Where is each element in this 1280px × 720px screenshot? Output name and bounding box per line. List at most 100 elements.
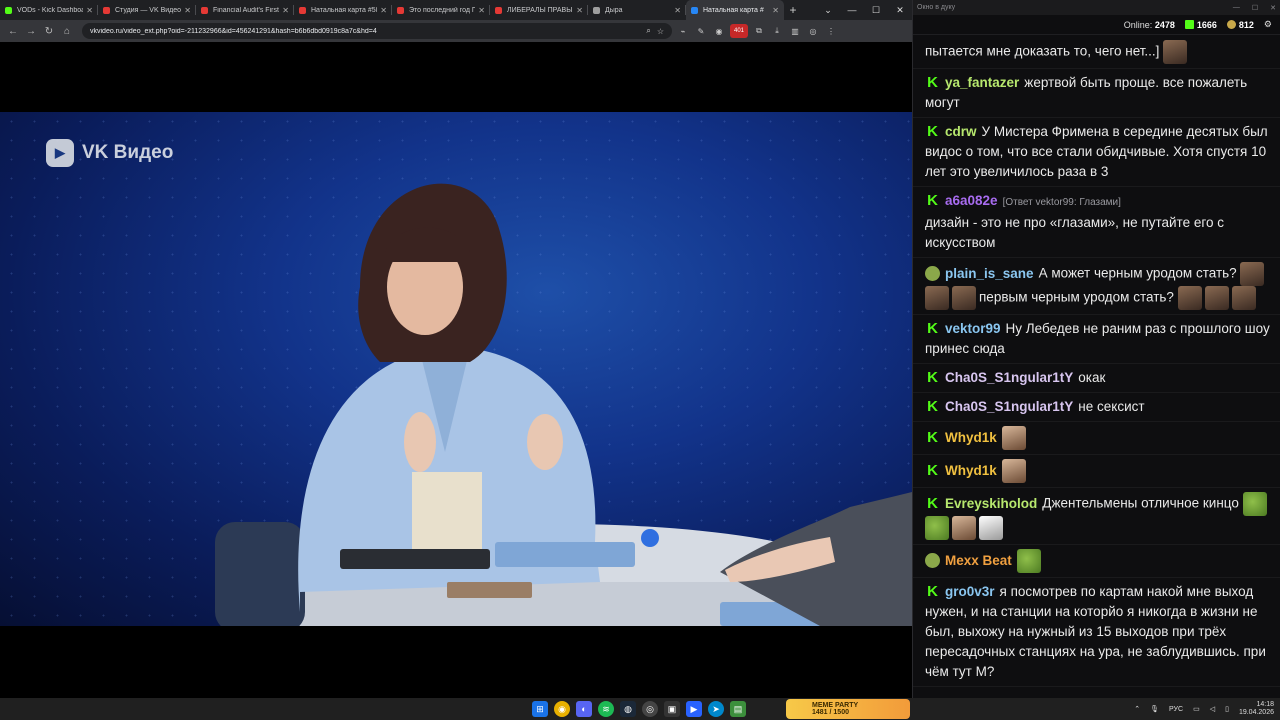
- tab-7[interactable]: Дыра ✕: [588, 0, 686, 20]
- face-emote-icon[interactable]: [1231, 286, 1256, 310]
- profile-icon[interactable]: ◎: [806, 24, 820, 38]
- app-icon[interactable]: ▤: [730, 701, 746, 717]
- discord-icon[interactable]: ◐: [576, 701, 592, 717]
- frog-emote-icon[interactable]: [1242, 492, 1267, 516]
- network-icon[interactable]: ▭: [1193, 705, 1200, 713]
- chat-username[interactable]: Whyd1k: [945, 430, 997, 445]
- reload-icon[interactable]: ↻: [40, 26, 58, 37]
- obs-icon[interactable]: ◎: [642, 701, 658, 717]
- tab-close-icon[interactable]: ✕: [576, 6, 583, 15]
- spotify-icon[interactable]: ≋: [598, 701, 614, 717]
- bookmark-star-icon[interactable]: ☆: [657, 27, 664, 36]
- tab-close-icon[interactable]: ✕: [674, 6, 681, 15]
- start-icon[interactable]: ⊞: [532, 701, 548, 717]
- url-text[interactable]: vkvideo.ru/video_ext.php?oid=-211232966&…: [90, 28, 640, 35]
- chat-message: Cha0S_S1ngular1tY окак: [913, 364, 1280, 393]
- menu-icon[interactable]: ⋮: [824, 24, 838, 38]
- kick-badge-icon: [925, 399, 940, 414]
- popup-minimize-button[interactable]: —: [1233, 4, 1240, 11]
- app-icon[interactable]: ▣: [664, 701, 680, 717]
- face-emote-icon[interactable]: [1163, 40, 1188, 64]
- chat-username[interactable]: gro0v3r: [945, 584, 995, 599]
- kick-badge-icon: [925, 429, 940, 445]
- frog-emote-icon[interactable]: [925, 516, 949, 540]
- downloads-icon[interactable]: ⤓: [770, 24, 784, 38]
- chat-username[interactable]: cdrw: [945, 124, 977, 139]
- settings-gear-icon[interactable]: ⚙: [1264, 19, 1272, 30]
- tab-8[interactable]: Натальная карта # ✕: [686, 0, 784, 20]
- back-icon[interactable]: ←: [4, 26, 22, 37]
- tab-4[interactable]: Натальная карта #58 №✕: [294, 0, 392, 20]
- face-emote-icon[interactable]: [925, 286, 949, 310]
- frog-emote-icon[interactable]: [1016, 549, 1041, 573]
- popup-close-button[interactable]: ✕: [1270, 4, 1276, 12]
- chat-username[interactable]: Cha0S_S1ngular1tY: [945, 399, 1073, 414]
- telegram-icon[interactable]: ➤: [708, 701, 724, 717]
- language-indicator[interactable]: РУС: [1169, 706, 1183, 713]
- face2-emote-icon[interactable]: [1001, 459, 1026, 483]
- forward-icon[interactable]: →: [22, 26, 40, 37]
- extension-badge-icon[interactable]: 401: [730, 24, 748, 38]
- chat-message: Whyd1k: [913, 455, 1280, 488]
- close-window-button[interactable]: ✕: [888, 0, 912, 20]
- face-emote-icon[interactable]: [1204, 286, 1229, 310]
- chat-username[interactable]: plain_is_sane: [945, 266, 1034, 281]
- chat-username[interactable]: Whyd1k: [945, 463, 997, 478]
- new-tab-button[interactable]: +: [784, 0, 802, 20]
- extension-icon[interactable]: ✎: [694, 24, 708, 38]
- tab-2[interactable]: Студия — VK Видео Li ✕: [98, 0, 196, 20]
- chat-username[interactable]: Cha0S_S1ngular1tY: [945, 370, 1073, 385]
- tab-close-icon[interactable]: ✕: [772, 6, 779, 15]
- tab-favicon-icon: [691, 6, 698, 14]
- chat-username[interactable]: vektor99: [945, 321, 1001, 336]
- popup-maximize-button[interactable]: ☐: [1252, 4, 1258, 12]
- hand-emote-icon[interactable]: [979, 516, 1003, 540]
- tab-close-icon[interactable]: ✕: [380, 6, 387, 15]
- extension-icon[interactable]: ⌁: [676, 24, 690, 38]
- puzzle-icon[interactable]: ⧉: [752, 24, 766, 38]
- address-bar[interactable]: vkvideo.ru/video_ext.php?oid=-211232966&…: [82, 23, 672, 39]
- tab-6[interactable]: ЛИБЕРАЛЫ ПРАВЫ В ✕: [490, 0, 588, 20]
- chat-username[interactable]: Mexx Beat: [945, 553, 1012, 568]
- tab-3[interactable]: Financial Audit's First I ✕: [196, 0, 294, 20]
- app-icon[interactable]: ▶: [686, 701, 702, 717]
- chat-message: Whyd1k: [913, 422, 1280, 455]
- face-emote-icon[interactable]: [1240, 262, 1265, 286]
- chat-username[interactable]: Evreyskiholod: [945, 496, 1037, 511]
- tab-search-icon[interactable]: ⌄: [816, 0, 840, 20]
- face2-emote-icon[interactable]: [952, 516, 976, 540]
- popup-title: Окно в дуку: [917, 4, 956, 11]
- home-icon[interactable]: ⌂: [58, 26, 76, 37]
- video-player[interactable]: ▶ VK Видео: [0, 112, 912, 626]
- tab-close-icon[interactable]: ✕: [86, 6, 93, 15]
- browser-window: VODs - Kick Dashboard✕Студия — VK Видео …: [0, 0, 912, 698]
- face-emote-icon[interactable]: [1177, 286, 1202, 310]
- tab-1[interactable]: VODs - Kick Dashboard✕: [0, 0, 98, 20]
- steam-icon[interactable]: ◍: [620, 701, 636, 717]
- chat-username[interactable]: ya_fantazer: [945, 75, 1019, 90]
- tab-favicon-icon: [299, 6, 306, 14]
- online-count: 2478: [1154, 19, 1175, 30]
- battery-icon[interactable]: ▯: [1225, 705, 1229, 713]
- meme-party-widget[interactable]: MEME PARTY 1481 / 1500: [786, 699, 910, 719]
- minimize-button[interactable]: —: [840, 0, 864, 20]
- tab-close-icon[interactable]: ✕: [478, 6, 485, 15]
- chat-username[interactable]: a6a082e: [945, 193, 998, 208]
- maximize-button[interactable]: ☐: [864, 0, 888, 20]
- tab-5[interactable]: Это последний год Пу ✕: [392, 0, 490, 20]
- extension-icon[interactable]: ◉: [712, 24, 726, 38]
- zoom-icon[interactable]: ⌕: [646, 26, 650, 36]
- chevron-up-icon[interactable]: ⌃: [1134, 705, 1140, 713]
- tab-close-icon[interactable]: ✕: [282, 6, 289, 15]
- tab-close-icon[interactable]: ✕: [184, 6, 191, 15]
- volume-icon[interactable]: ◁: [1210, 705, 1215, 713]
- microphone-icon[interactable]: 🎙: [1150, 705, 1159, 713]
- chrome-icon[interactable]: ◉: [554, 701, 570, 717]
- clock[interactable]: 14:18 19.04.2026: [1239, 701, 1274, 717]
- sidebar-icon[interactable]: ▥: [788, 24, 802, 38]
- face-emote-icon[interactable]: [952, 286, 976, 310]
- tab-favicon-icon: [103, 6, 110, 14]
- reply-reference[interactable]: [Ответ vektor99: Глазами]: [1003, 197, 1121, 208]
- face2-emote-icon[interactable]: [1001, 426, 1026, 450]
- chat-text: не сексист: [1078, 399, 1145, 414]
